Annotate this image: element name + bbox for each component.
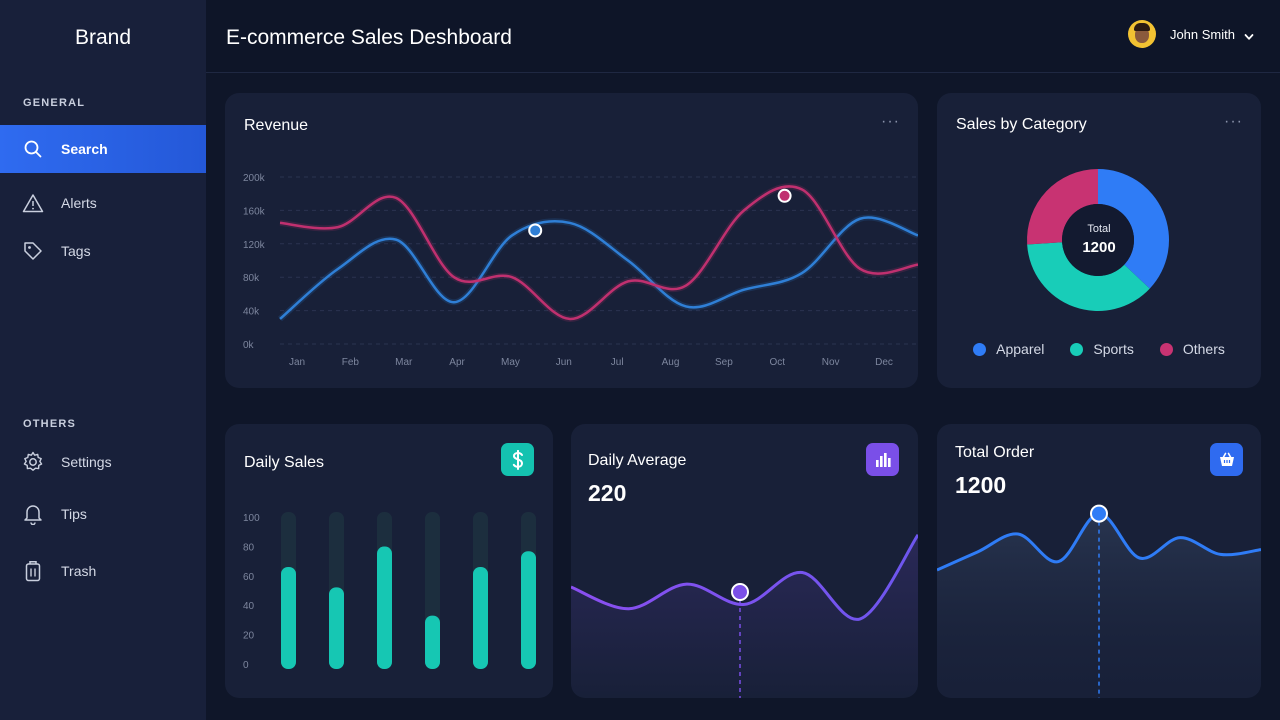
y-tick-label: 40k: [243, 307, 260, 318]
y-tick-label: 100: [243, 513, 260, 524]
dashboard-app: Brand GENERAL Search Alerts Tags OTHERS: [0, 0, 1280, 720]
search-icon: [22, 138, 44, 160]
bar: [377, 546, 392, 669]
bar: [473, 566, 488, 669]
sidebar-item-settings[interactable]: Settings: [0, 438, 206, 486]
sidebar-item-search[interactable]: Search: [0, 125, 206, 173]
chevron-down-icon[interactable]: [1244, 29, 1254, 40]
x-tick-label: Jul: [611, 357, 624, 368]
gear-icon: [22, 451, 44, 473]
legend-item: Others: [1159, 341, 1225, 357]
section-label-general: GENERAL: [23, 97, 86, 109]
sidebar-item-label: Trash: [61, 563, 97, 579]
top-header: E-commerce Sales Deshboard John Smith: [206, 0, 1280, 73]
sidebar: Brand GENERAL Search Alerts Tags OTHERS: [0, 0, 206, 720]
data-point: [528, 223, 543, 238]
donut-center-label: Total: [1087, 223, 1111, 235]
daily-sales-bar-chart: 100 80 60 40 20 0: [243, 512, 536, 671]
x-tick-label: Oct: [769, 357, 785, 368]
x-tick-label: May: [501, 357, 520, 368]
y-tick-label: 20: [243, 631, 255, 642]
bar: [329, 587, 344, 669]
x-tick-label: Mar: [395, 357, 413, 368]
sidebar-item-alerts[interactable]: Alerts: [0, 179, 206, 227]
x-tick-label: Dec: [875, 357, 893, 368]
total-order-area-chart: [937, 504, 1261, 698]
x-tick-label: Sep: [715, 357, 733, 368]
user-menu[interactable]: John Smith: [1127, 20, 1254, 48]
sidebar-item-label: Search: [61, 141, 108, 157]
y-tick-label: 160k: [243, 206, 266, 217]
avatar[interactable]: [1127, 20, 1156, 48]
tag-icon: [22, 240, 44, 262]
daily-sales-card: Daily Sales 100 80 60 40 20 0: [225, 424, 553, 698]
alert-triangle-icon: [22, 192, 44, 214]
sidebar-item-label: Tips: [61, 506, 87, 522]
daily-average-line-chart: [571, 533, 918, 698]
daily-average-card: Daily Average 220: [571, 424, 918, 698]
x-tick-label: Jan: [289, 357, 305, 368]
y-tick-label: 40: [243, 601, 255, 612]
chart-legend: Apparel Sports Others: [937, 341, 1261, 357]
legend-item: Apparel: [973, 341, 1044, 357]
revenue-line-chart: 200k 160k 120k 80k 40k 0k Jan Feb Mar Apr May Jun Ju…: [243, 173, 918, 368]
page-title: E-commerce Sales Deshboard: [226, 26, 512, 49]
data-point: [777, 188, 792, 203]
legend-label: Apparel: [996, 341, 1045, 357]
category-donut-chart: [1027, 169, 1169, 311]
x-tick-label: Aug: [662, 357, 680, 368]
sidebar-item-label: Tags: [61, 243, 91, 259]
revenue-card: Revenue ··· 200k 160k 120k 80k 40k 0k Jan Feb Ma…: [225, 93, 918, 388]
section-label-others: OTHERS: [23, 418, 77, 430]
y-tick-label: 0k: [243, 340, 255, 351]
legend-label: Sports: [1093, 341, 1134, 357]
sales-by-category-card: Sales by Category ··· Total 1200 Apparel…: [937, 93, 1261, 388]
brand-logo[interactable]: Brand: [0, 26, 206, 50]
x-tick-label: Feb: [342, 357, 360, 368]
legend-item: Sports: [1070, 341, 1134, 357]
y-tick-label: 0: [243, 660, 249, 671]
bar: [281, 566, 296, 669]
total-order-card: Total Order 1200: [937, 424, 1261, 698]
legend-dot: [973, 342, 987, 356]
y-tick-label: 80: [243, 542, 255, 553]
y-tick-label: 60: [243, 572, 255, 583]
user-name: John Smith: [1169, 26, 1235, 42]
legend-label: Others: [1182, 341, 1225, 357]
sidebar-item-trash[interactable]: Trash: [0, 547, 206, 595]
x-tick-label: Jun: [556, 357, 572, 368]
sidebar-item-tags[interactable]: Tags: [0, 227, 206, 275]
legend-dot: [1070, 342, 1084, 356]
legend-dot: [1159, 342, 1173, 356]
bar: [521, 551, 536, 669]
x-tick-label: Apr: [449, 357, 465, 368]
x-tick-label: Nov: [822, 357, 840, 368]
sidebar-item-tips[interactable]: Tips: [0, 490, 206, 538]
donut-center-value: 1200: [1082, 239, 1116, 256]
trash-icon: [22, 560, 44, 582]
sidebar-item-label: Settings: [61, 454, 112, 470]
data-point: [1090, 504, 1108, 523]
y-tick-label: 120k: [243, 240, 266, 251]
bar: [425, 615, 440, 669]
bell-icon: [22, 503, 44, 525]
sidebar-item-label: Alerts: [61, 195, 97, 211]
y-tick-label: 200k: [243, 173, 266, 184]
data-point: [731, 583, 749, 601]
y-tick-label: 80k: [243, 273, 260, 284]
